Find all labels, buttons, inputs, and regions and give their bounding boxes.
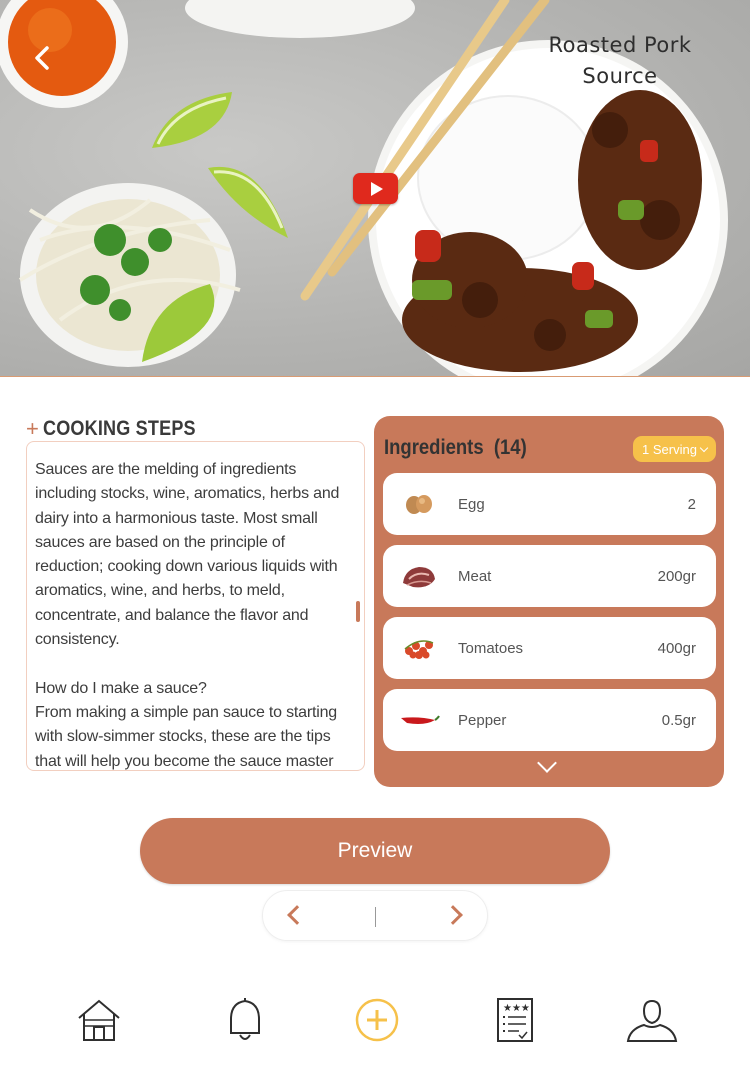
add-icon	[355, 998, 399, 1042]
serving-label: 1 Serving	[642, 441, 697, 457]
ingredient-item-egg[interactable]: Egg 2	[383, 473, 716, 535]
nav-recipes[interactable]: ★★★	[485, 990, 545, 1050]
nav-profile[interactable]	[622, 990, 682, 1050]
cooking-steps-box[interactable]: Sauces are the melding of ingredients in…	[26, 441, 365, 771]
home-icon	[78, 999, 120, 1041]
play-video-button[interactable]	[353, 173, 398, 204]
meat-icon	[389, 556, 449, 596]
bell-icon	[230, 998, 260, 1040]
steps-scrollbar[interactable]	[356, 601, 360, 622]
bottom-nav: ★★★	[0, 990, 750, 1060]
recipe-list-icon: ★★★	[497, 998, 533, 1042]
ingredient-name: Tomatoes	[458, 639, 524, 657]
egg-icon	[389, 484, 449, 524]
expand-plus-icon[interactable]: +	[26, 416, 39, 442]
nav-home[interactable]	[69, 990, 129, 1050]
chevron-left-icon	[35, 46, 49, 70]
cooking-steps-title: COOKING STEPS	[42, 417, 196, 440]
ingredients-title: Ingredients (14)	[384, 436, 527, 459]
previous-arrow-icon[interactable]	[287, 905, 307, 925]
cooking-steps-header[interactable]: + COOKING STEPS	[26, 416, 220, 442]
ingredient-name: Pepper	[458, 711, 507, 729]
ingredient-item-tomatoes[interactable]: Tomatoes 400gr	[383, 617, 716, 679]
ingredient-item-pepper[interactable]: Pepper 0.5gr	[383, 689, 716, 751]
next-arrow-icon[interactable]	[443, 905, 463, 925]
hero-image: Roasted Pork Source	[0, 0, 750, 377]
recipe-title: Roasted Pork Source	[548, 33, 692, 88]
preview-button[interactable]: Preview	[140, 818, 610, 884]
preview-label: Preview	[337, 839, 413, 862]
nav-add[interactable]	[347, 990, 407, 1050]
ingredient-qty: 0.5gr	[661, 711, 696, 729]
ingredient-qty: 400gr	[657, 639, 696, 657]
chevron-down-icon	[699, 443, 709, 452]
ingredient-qty: 2	[687, 495, 696, 513]
svg-text:★★★: ★★★	[503, 1003, 530, 1014]
chili-pepper-icon	[389, 700, 449, 740]
ingredient-qty: 200gr	[657, 567, 696, 585]
step-pager	[262, 890, 488, 941]
nav-notifications[interactable]	[215, 990, 275, 1050]
ingredient-item-meat[interactable]: Meat 200gr	[383, 545, 716, 607]
back-button[interactable]	[28, 42, 58, 74]
ingredient-name: Meat	[458, 567, 492, 585]
tomato-icon	[389, 628, 449, 668]
ingredients-panel: Ingredients (14) 1 Serving Egg 2 Meat 20…	[374, 416, 724, 787]
cooking-steps-text: Sauces are the melding of ingredients in…	[35, 461, 340, 770]
pager-divider	[375, 907, 376, 927]
serving-select[interactable]: 1 Serving	[633, 436, 716, 462]
profile-icon	[626, 999, 678, 1042]
show-more-chevron-icon[interactable]	[537, 753, 557, 773]
ingredient-name: Egg	[458, 495, 485, 513]
